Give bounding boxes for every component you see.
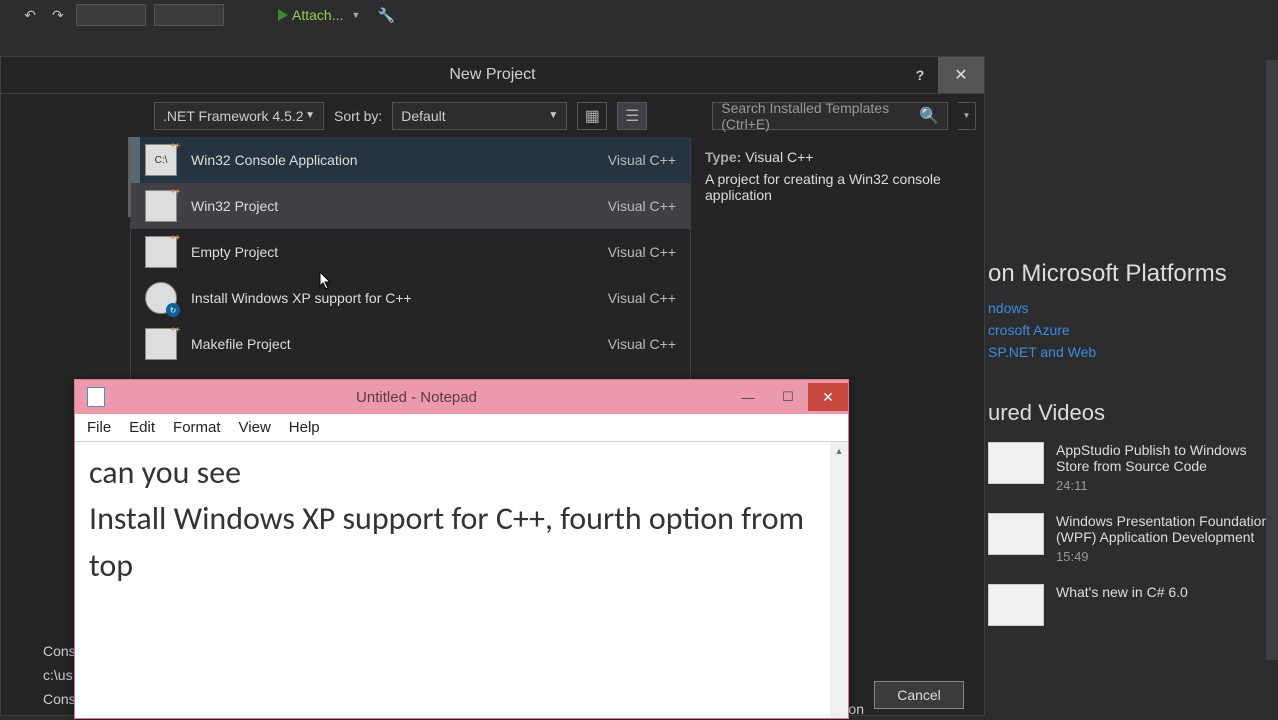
template-name: Install Windows XP support for C++ (191, 290, 412, 306)
maximize-button[interactable]: ☐ (768, 383, 808, 411)
info-type-label: Type: (705, 149, 741, 165)
undo-icon[interactable]: ↶ (20, 5, 40, 25)
videos-heading: ured Videos (988, 400, 1278, 426)
template-name: Makefile Project (191, 336, 291, 352)
video-item[interactable]: AppStudio Publish to Windows Store from … (988, 442, 1278, 493)
toolbar-dropdown-1[interactable] (76, 4, 146, 26)
info-description: A project for creating a Win32 console a… (705, 171, 970, 203)
notepad-app-icon (87, 387, 105, 407)
template-item-makefile[interactable]: ++ Makefile Project Visual C++ (131, 321, 690, 367)
video-thumbnail-icon (988, 513, 1044, 555)
template-name: Win32 Console Application (191, 152, 358, 168)
template-lang: Visual C++ (608, 244, 676, 260)
help-button[interactable]: ? (902, 57, 938, 93)
search-options-button[interactable]: ▼ (958, 102, 976, 130)
toolbar-dropdown-2[interactable] (154, 4, 224, 26)
info-type-value: Visual C++ (745, 149, 813, 165)
video-item[interactable]: Windows Presentation Foundation (WPF) Ap… (988, 513, 1278, 564)
template-lang: Visual C++ (608, 152, 676, 168)
link-aspnet[interactable]: SP.NET and Web (988, 344, 1278, 360)
link-windows[interactable]: ndows (988, 300, 1278, 316)
menu-help[interactable]: Help (289, 419, 320, 436)
template-name: Win32 Project (191, 198, 278, 214)
start-page: on Microsoft Platforms ndows crosoft Azu… (988, 260, 1278, 646)
link-azure[interactable]: crosoft Azure (988, 322, 1278, 338)
menu-view[interactable]: View (239, 419, 271, 436)
cancel-button[interactable]: Cancel (874, 681, 964, 709)
notepad-text-area[interactable]: can you see Install Windows XP support f… (75, 442, 848, 597)
attach-button[interactable]: Attach... ▼ (270, 5, 368, 25)
minimize-button[interactable]: — (728, 383, 768, 411)
scrollbar[interactable] (1266, 60, 1278, 660)
template-icon: ++ (145, 190, 177, 222)
video-thumbnail-icon (988, 442, 1044, 484)
close-button[interactable]: ✕ (938, 57, 984, 93)
notepad-window: Untitled - Notepad — ☐ ✕ File Edit Forma… (74, 379, 849, 719)
main-toolbar: ↶ ↷ Attach... ▼ 🔧 (0, 0, 1278, 30)
view-list-button[interactable]: ☰ (617, 102, 647, 130)
name-label: Cons (43, 643, 76, 659)
globe-icon: ↻ (145, 282, 177, 314)
template-icon: C:\++ (145, 144, 177, 176)
menu-edit[interactable]: Edit (129, 419, 155, 436)
chevron-down-icon: ▼ (548, 110, 558, 121)
video-item[interactable]: What's new in C# 6.0 (988, 584, 1278, 626)
view-small-icons-button[interactable]: ▦ (577, 102, 607, 130)
toolbox-icon[interactable]: 🔧 (376, 5, 396, 25)
template-icon: ++ (145, 328, 177, 360)
framework-value: .NET Framework 4.5.2 (163, 108, 304, 124)
dialog-title: New Project (449, 66, 535, 84)
notepad-title: Untitled - Notepad (105, 389, 728, 406)
attach-label: Attach... (292, 7, 343, 23)
video-title: Windows Presentation Foundation (WPF) Ap… (1056, 513, 1278, 545)
video-duration: 15:49 (1056, 549, 1278, 564)
search-placeholder: Search Installed Templates (Ctrl+E) (721, 100, 919, 132)
chevron-down-icon: ▼ (305, 110, 315, 121)
video-thumbnail-icon (988, 584, 1044, 626)
template-item-win32-console[interactable]: C:\++ Win32 Console Application Visual C… (131, 137, 690, 183)
search-icon: 🔍 (919, 106, 939, 126)
video-title: AppStudio Publish to Windows Store from … (1056, 442, 1278, 474)
scroll-up-icon[interactable]: ▴ (830, 442, 848, 460)
redo-icon[interactable]: ↷ (48, 5, 68, 25)
template-item-win32-project[interactable]: ++ Win32 Project Visual C++ (131, 183, 690, 229)
template-lang: Visual C++ (608, 198, 676, 214)
search-templates-input[interactable]: Search Installed Templates (Ctrl+E) 🔍 (712, 102, 948, 130)
video-title: What's new in C# 6.0 (1056, 584, 1188, 600)
template-item-empty-project[interactable]: ++ Empty Project Visual C++ (131, 229, 690, 275)
play-icon (278, 9, 288, 21)
framework-dropdown[interactable]: .NET Framework 4.5.2 ▼ (154, 102, 324, 130)
template-icon: ++ (145, 236, 177, 268)
template-item-xp-support[interactable]: ↻ Install Windows XP support for C++ Vis… (131, 275, 690, 321)
notepad-scrollbar[interactable]: ▴ (830, 442, 848, 718)
notepad-titlebar[interactable]: Untitled - Notepad — ☐ ✕ (75, 380, 848, 414)
video-duration: 24:11 (1056, 478, 1278, 493)
sort-dropdown[interactable]: Default ▼ (392, 102, 567, 130)
template-lang: Visual C++ (608, 336, 676, 352)
dialog-titlebar: New Project ? ✕ (1, 57, 984, 93)
sort-label: Sort by: (334, 108, 382, 124)
template-lang: Visual C++ (608, 290, 676, 306)
template-name: Empty Project (191, 244, 278, 260)
dialog-controls: .NET Framework 4.5.2 ▼ Sort by: Default … (1, 93, 984, 137)
notepad-menubar: File Edit Format View Help (75, 414, 848, 442)
close-button[interactable]: ✕ (808, 383, 848, 411)
platforms-heading: on Microsoft Platforms (988, 260, 1278, 288)
menu-file[interactable]: File (87, 419, 111, 436)
menu-format[interactable]: Format (173, 419, 221, 436)
sort-value: Default (401, 108, 445, 124)
